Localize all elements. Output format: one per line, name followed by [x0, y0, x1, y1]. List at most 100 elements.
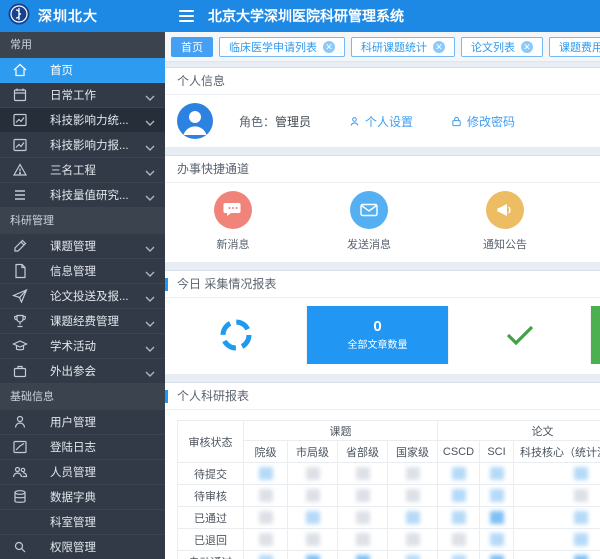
- col-group-subject: 课题: [244, 421, 438, 441]
- blurred-count[interactable]: [574, 489, 588, 502]
- sidebar: 常用 首页 日常工作 科技影响力统... 科技影响力报... 三名工程 科技量值…: [0, 32, 165, 559]
- total-articles-stat-tile[interactable]: 0 全部文章数量: [307, 306, 449, 364]
- blurred-count[interactable]: [259, 489, 273, 502]
- blurred-count[interactable]: [406, 467, 420, 480]
- blurred-count[interactable]: [452, 511, 466, 524]
- page-title: 北京大学深圳医院科研管理系统: [208, 6, 404, 26]
- success-stat-tile[interactable]: [449, 306, 591, 364]
- blurred-count[interactable]: [406, 489, 420, 502]
- col-hospital-level: 院级: [244, 441, 288, 463]
- check-icon: [504, 323, 536, 347]
- tab-project-fee-report[interactable]: 课题费用报表 ✕: [549, 37, 600, 57]
- sidebar-item-department-mgmt[interactable]: 科室管理: [0, 510, 165, 535]
- sidebar-section-common: 常用: [0, 32, 165, 58]
- blurred-count[interactable]: [452, 489, 466, 502]
- sidebar-item-permission-mgmt[interactable]: 权限管理: [0, 535, 165, 559]
- close-icon[interactable]: ✕: [521, 41, 533, 53]
- user-icon: [12, 414, 28, 430]
- table-row: 已通过: [178, 507, 600, 529]
- chevron-down-icon: [145, 192, 155, 198]
- blurred-count[interactable]: [259, 511, 273, 524]
- green-stat-tile[interactable]: [591, 306, 600, 364]
- user-icon: [349, 116, 360, 127]
- blurred-count[interactable]: [490, 489, 504, 502]
- tab-research-project-stats[interactable]: 科研课题统计 ✕: [351, 37, 455, 57]
- blurred-count[interactable]: [306, 511, 320, 524]
- blurred-count[interactable]: [452, 533, 466, 546]
- row-label: 待审核: [178, 485, 244, 507]
- sidebar-item-paper-submission[interactable]: 论文投送及报...: [0, 284, 165, 309]
- blurred-count[interactable]: [574, 511, 588, 524]
- blurred-count[interactable]: [574, 533, 588, 546]
- row-label: 自动通过: [178, 551, 244, 559]
- sidebar-item-academic-activity[interactable]: 学术活动: [0, 334, 165, 359]
- blurred-count[interactable]: [356, 489, 370, 502]
- sidebar-item-impact-stats[interactable]: 科技影响力统...: [0, 108, 165, 133]
- blurred-count[interactable]: [452, 555, 466, 559]
- sidebar-item-personnel-mgmt[interactable]: 人员管理: [0, 460, 165, 485]
- announcements-shortcut[interactable]: 通知公告: [437, 191, 573, 252]
- sidebar-item-home[interactable]: 首页: [0, 58, 165, 83]
- loading-stat-tile[interactable]: [165, 306, 307, 364]
- sidebar-item-conference[interactable]: 外出参会: [0, 359, 165, 384]
- blurred-count[interactable]: [306, 489, 320, 502]
- blurred-count[interactable]: [490, 511, 504, 524]
- blank-icon: [12, 514, 28, 530]
- blurred-count[interactable]: [406, 555, 420, 559]
- personal-info-card: 个人信息 角色：管理员 个人设置: [165, 67, 600, 147]
- sidebar-item-login-log[interactable]: 登陆日志: [0, 435, 165, 460]
- blurred-count[interactable]: [259, 555, 273, 559]
- row-label: 待提交: [178, 463, 244, 485]
- quick-channels-title: 办事快捷通道: [165, 156, 600, 183]
- tab-clinical-application-list[interactable]: 临床医学申请列表 ✕: [219, 37, 345, 57]
- blurred-count[interactable]: [259, 533, 273, 546]
- col-group-paper: 论文: [438, 421, 600, 441]
- blurred-count[interactable]: [356, 533, 370, 546]
- blurred-count[interactable]: [356, 467, 370, 480]
- sidebar-item-user-mgmt[interactable]: 用户管理: [0, 410, 165, 435]
- tab-home[interactable]: 首页: [171, 37, 213, 57]
- blurred-count[interactable]: [574, 467, 588, 480]
- sidebar-item-sanming-project[interactable]: 三名工程: [0, 158, 165, 183]
- chat-bubble-icon: [214, 191, 252, 229]
- chevron-down-icon: [145, 368, 155, 374]
- collection-report-title: 今日 采集情况报表: [165, 271, 600, 298]
- role-text: 角色：管理员: [239, 113, 311, 130]
- blurred-count[interactable]: [306, 467, 320, 480]
- sidebar-item-daily-work[interactable]: 日常工作: [0, 83, 165, 108]
- blurred-count[interactable]: [306, 555, 320, 559]
- blurred-count[interactable]: [490, 533, 504, 546]
- blurred-count[interactable]: [490, 555, 504, 559]
- blurred-count[interactable]: [306, 533, 320, 546]
- blurred-count[interactable]: [490, 467, 504, 480]
- blurred-count[interactable]: [406, 533, 420, 546]
- personal-info-title: 个人信息: [165, 68, 600, 95]
- close-icon[interactable]: ✕: [433, 41, 445, 53]
- sidebar-item-impact-report[interactable]: 科技影响力报...: [0, 133, 165, 158]
- new-message-shortcut[interactable]: 新消息: [165, 191, 301, 252]
- sidebar-item-data-dictionary[interactable]: 数据字典: [0, 485, 165, 510]
- chevron-down-icon: [145, 293, 155, 299]
- tab-paper-list[interactable]: 论文列表 ✕: [461, 37, 543, 57]
- hospital-logo-icon: [8, 3, 30, 30]
- sidebar-item-project-mgmt[interactable]: 课题管理: [0, 234, 165, 259]
- stat-value: 0: [373, 319, 381, 334]
- send-message-shortcut[interactable]: 发送消息: [301, 191, 437, 252]
- blurred-count[interactable]: [574, 555, 588, 559]
- collection-report-card: 今日 采集情况报表 0 全部文章数量: [165, 270, 600, 374]
- sidebar-item-funding-mgmt[interactable]: 课题经费管理: [0, 309, 165, 334]
- blurred-count[interactable]: [452, 467, 466, 480]
- personal-settings-link[interactable]: 个人设置: [349, 113, 413, 130]
- blurred-count[interactable]: [356, 511, 370, 524]
- close-icon[interactable]: ✕: [323, 41, 335, 53]
- change-password-link[interactable]: 修改密码: [451, 113, 515, 130]
- blurred-count[interactable]: [406, 511, 420, 524]
- sidebar-item-info-mgmt[interactable]: 信息管理: [0, 259, 165, 284]
- sidebar-item-tech-value-research[interactable]: 科技量值研究...: [0, 183, 165, 208]
- chevron-down-icon: [145, 268, 155, 274]
- menu-toggle-icon[interactable]: [179, 10, 194, 22]
- chevron-down-icon: [145, 243, 155, 249]
- sidebar-section-research-mgmt: 科研管理: [0, 208, 165, 234]
- blurred-count[interactable]: [356, 555, 370, 559]
- blurred-count[interactable]: [259, 467, 273, 480]
